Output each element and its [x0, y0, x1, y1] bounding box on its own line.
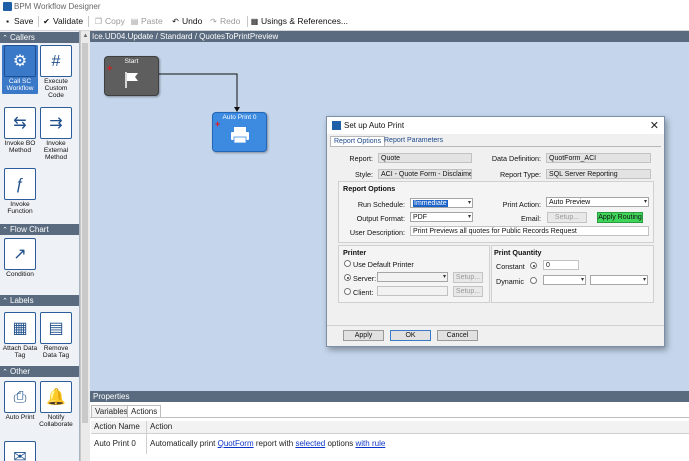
user-description-label: User Description: — [349, 228, 405, 237]
output-format-label: Output Format: — [356, 214, 405, 223]
data-definition-label: Data Definition: — [491, 154, 541, 163]
report-type-field: SQL Server Reporting — [546, 169, 651, 179]
flag-icon — [125, 72, 138, 88]
user-description-input[interactable]: Print Previews all quotes for Public Rec… — [410, 226, 649, 236]
server-setup-button[interactable]: Setup... — [453, 272, 483, 283]
add-icon[interactable]: + — [107, 64, 112, 73]
chevron-down-icon: ▾ — [442, 274, 446, 280]
chevron-down-icon: ▾ — [580, 277, 584, 283]
style-label: Style: — [355, 170, 373, 179]
server-label: Server: — [353, 274, 377, 283]
cancel-button[interactable]: Cancel — [437, 330, 478, 341]
report-type-label: Report Type: — [499, 170, 541, 179]
properties-header: Properties — [90, 391, 689, 402]
chevron-down-icon: ▾ — [643, 199, 647, 205]
chevron-down-icon: ▾ — [642, 277, 646, 283]
printer-title: Printer — [343, 248, 367, 257]
print-action-label: Print Action: — [502, 200, 541, 209]
run-schedule-label: Run Schedule: — [357, 200, 405, 209]
report-field: Quote — [378, 153, 472, 163]
constant-input[interactable]: 0 — [543, 260, 579, 270]
use-default-printer-radio[interactable] — [344, 260, 351, 267]
report-options-title: Report Options — [343, 184, 396, 193]
dynamic-radio[interactable] — [530, 277, 537, 284]
client-field[interactable] — [377, 286, 448, 296]
print-action-dropdown[interactable]: Auto Preview ▾ — [546, 197, 649, 207]
server-radio[interactable] — [344, 274, 351, 281]
table-row[interactable]: Auto Print 0 Automatically print QuotFor… — [91, 433, 689, 454]
selected-options-link[interactable]: selected — [295, 439, 325, 448]
data-definition-field: QuotForm_ACI — [546, 153, 651, 163]
close-icon[interactable]: ✕ — [650, 119, 659, 132]
print-quantity-title: Print Quantity — [494, 248, 542, 257]
start-node[interactable]: Start + — [104, 56, 159, 96]
client-setup-button[interactable]: Setup... — [453, 286, 483, 297]
server-dropdown[interactable]: ▾ — [377, 272, 448, 282]
style-field: ACI - Quote Form - Disclaimer — [378, 169, 472, 179]
run-schedule-dropdown[interactable]: Immediate ▾ — [410, 198, 473, 208]
action-name-cell: Auto Print 0 — [94, 439, 136, 448]
report-link[interactable]: QuotForm — [218, 439, 254, 448]
email-setup-button[interactable]: Setup... — [547, 212, 587, 223]
action-description-cell: Automatically print QuotForm report with… — [150, 439, 386, 448]
tab-report-parameters[interactable]: Report Parameters — [381, 136, 446, 146]
column-header-action: Action — [150, 422, 173, 431]
client-radio[interactable] — [344, 288, 351, 295]
dynamic-field-dropdown[interactable]: ▾ — [590, 275, 648, 285]
apply-button[interactable]: Apply — [343, 330, 384, 341]
app-icon — [332, 121, 341, 130]
constant-label: Constant — [496, 262, 525, 271]
ok-button[interactable]: OK — [390, 330, 431, 341]
chevron-down-icon: ▾ — [467, 214, 471, 220]
auto-print-node[interactable]: Auto Print 0 + — [212, 112, 267, 152]
client-label: Client: — [353, 288, 374, 297]
setup-auto-print-dialog: Set up Auto Print ✕ Report Options Repor… — [326, 116, 665, 347]
output-format-dropdown[interactable]: PDF ▾ — [410, 212, 473, 222]
printer-icon — [231, 127, 249, 144]
chevron-down-icon: ▾ — [467, 200, 471, 206]
dynamic-label: Dynamic — [496, 277, 524, 286]
column-header-action-name: Action Name — [94, 422, 140, 431]
apply-routing-button[interactable]: Apply Routing — [597, 212, 643, 223]
report-label: Report: — [349, 154, 373, 163]
dialog-title: Set up Auto Print — [344, 121, 405, 130]
constant-radio[interactable] — [530, 262, 537, 269]
dynamic-variable-dropdown[interactable]: ▾ — [543, 275, 586, 285]
email-label: Email: — [521, 214, 541, 223]
add-icon[interactable]: + — [215, 120, 220, 129]
use-default-printer-label: Use Default Printer — [353, 260, 414, 269]
with-rule-link[interactable]: with rule — [356, 439, 386, 448]
